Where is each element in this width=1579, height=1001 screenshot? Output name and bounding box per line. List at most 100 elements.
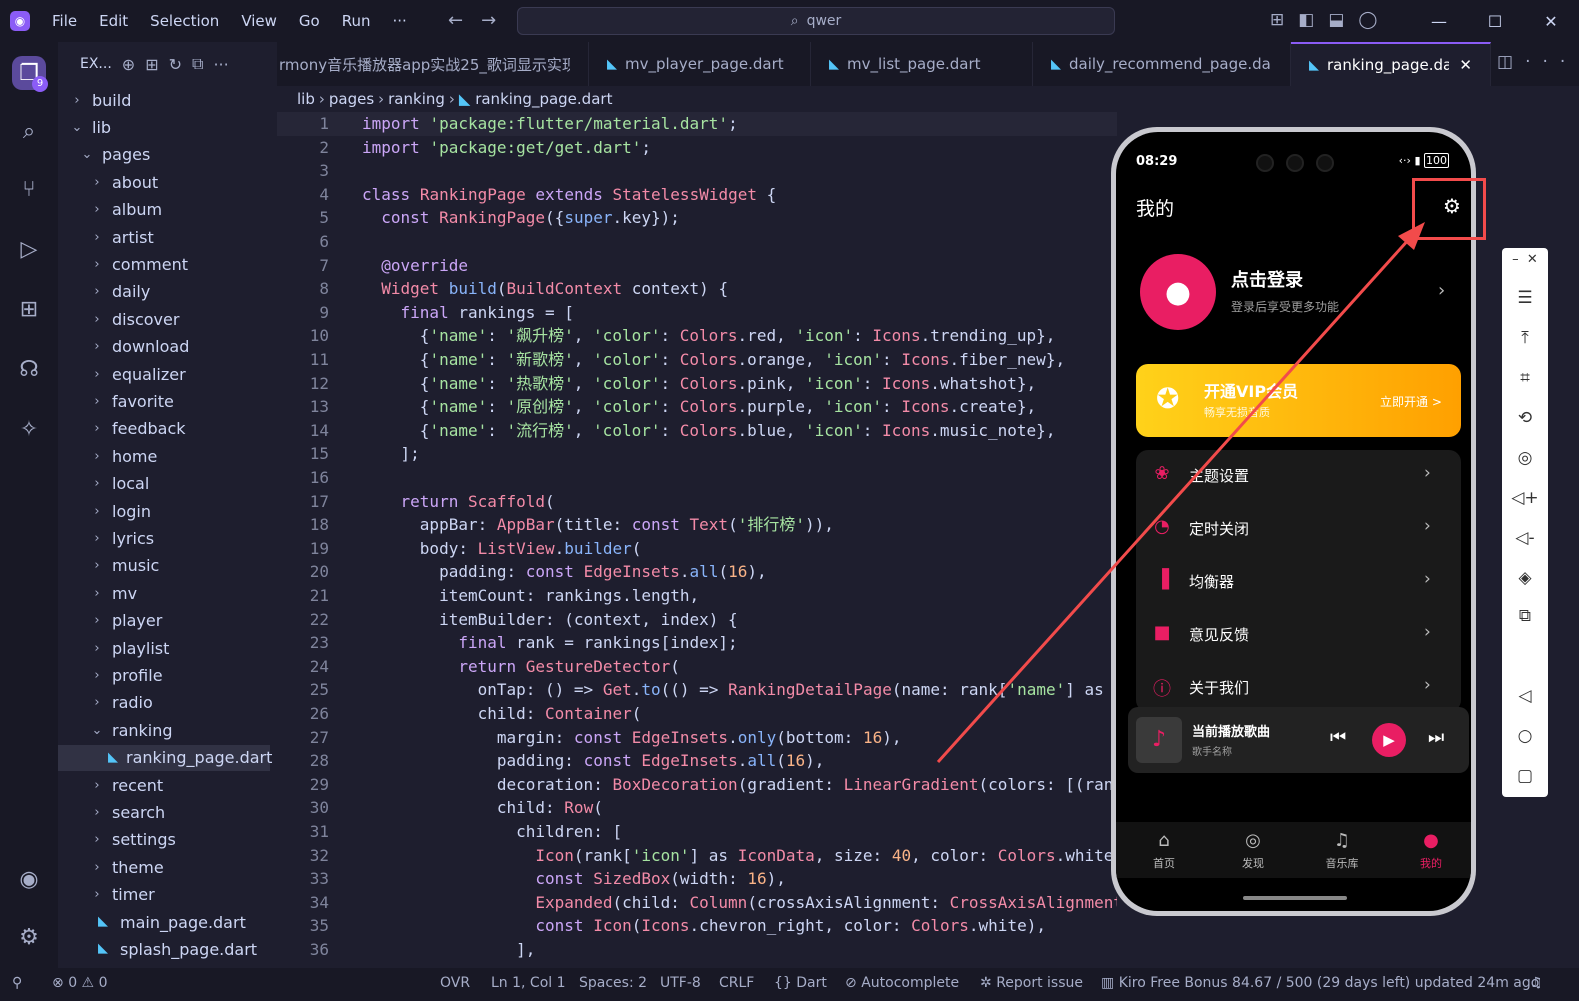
split-editor-icon[interactable]: ◫ [1497,52,1525,72]
tree-folder[interactable]: ⌄ lib [58,114,270,140]
new-folder-icon[interactable]: ⊞ [145,55,158,74]
nav-item[interactable]: ♫ 音乐库 [1312,830,1372,871]
volume-up-icon[interactable]: ◁+ [1502,488,1548,508]
mini-player[interactable]: ♪ 当前播放歌曲 歌手名称 ⏮ ▶ ⏭ [1128,707,1469,773]
language-mode[interactable]: {} Dart [774,975,827,991]
nav-item[interactable]: ● 我的 [1401,830,1461,871]
tree-folder[interactable]: › mv [58,580,270,606]
breadcrumb-item[interactable]: ranking_page.dart [475,90,612,108]
tree-folder[interactable]: › player [58,608,270,634]
android-home-icon[interactable]: ○ [1502,726,1548,746]
tab-4[interactable]: ◣ ranking_page.dart ✕ [1291,42,1491,86]
command-search-input[interactable]: ⌕ qwer [517,7,1115,35]
emu-crop-icon[interactable]: ⌗ [1502,368,1548,388]
tab-0[interactable]: rmony音乐播放器app实战25_歌词显示实现 [277,42,589,86]
tree-folder[interactable]: › timer [58,882,270,908]
encoding[interactable]: UTF-8 [660,975,701,991]
menu-more[interactable]: ··· [393,12,407,30]
problems-indicator[interactable]: ⊗ 0 ⚠ 0 [52,975,107,991]
menu-file[interactable]: File [52,12,77,30]
skip-next-icon[interactable]: ⏭ [1428,727,1444,748]
emu-screenshot-icon[interactable]: ⧉ [1502,606,1548,626]
toggle-panel-icon[interactable]: ⬓ [1328,10,1344,30]
volume-down-icon[interactable]: ◁- [1502,528,1548,548]
emu-pin-top-icon[interactable]: ⤒ [1502,328,1548,348]
forward-arrow-icon[interactable]: → [481,10,514,31]
more-actions-icon[interactable]: ··· [213,55,228,74]
tree-folder[interactable]: › login [58,498,270,524]
collapse-all-icon[interactable]: ⧉ [192,54,203,74]
emu-rotate-icon[interactable]: ⟲ [1502,408,1548,428]
login-title[interactable]: 点击登录 [1231,266,1303,292]
tree-folder[interactable]: › profile [58,662,270,688]
kiro-ghost-icon[interactable]: ☊ [12,352,46,386]
new-file-icon[interactable]: ⊕ [122,55,135,74]
breadcrumb-item[interactable]: pages [329,90,374,108]
menu-selection[interactable]: Selection [150,12,219,30]
editor-more-icon[interactable]: ··· [1525,52,1577,72]
tree-folder[interactable]: › music [58,553,270,579]
tree-folder[interactable]: › playlist [58,635,270,661]
tree-file[interactable]: ◣ splash_page.dart [58,936,270,962]
chevron-right-icon[interactable]: › [1438,280,1445,301]
maximize-icon[interactable]: ☐ [1467,12,1523,31]
play-button[interactable]: ▶ [1372,723,1406,757]
tree-folder[interactable]: › local [58,471,270,497]
tree-folder[interactable]: › home [58,443,270,469]
menu-item[interactable]: ❀ 主题设置 › [1136,450,1461,502]
notifications-bell-icon[interactable]: ♫ [1530,975,1543,991]
emu-menu-icon[interactable]: ☰ [1502,288,1548,308]
tree-folder[interactable]: › settings [58,827,270,853]
breadcrumb-item[interactable]: ranking [388,90,445,108]
android-back-icon[interactable]: ◁ [1502,686,1548,706]
account-icon[interactable]: ◉ [12,862,46,896]
tree-folder[interactable]: › daily [58,279,270,305]
close-window-icon[interactable]: ✕ [1523,12,1579,31]
menu-item[interactable]: ■ 意见反馈 › [1136,609,1461,661]
vip-open-button[interactable]: 立即开通 > [1380,393,1442,410]
toggle-sidebar-icon[interactable]: ◧ [1298,10,1314,30]
tree-folder[interactable]: › search [58,799,270,825]
breadcrumb-item[interactable]: lib [297,90,315,108]
line-ending[interactable]: CRLF [719,975,754,991]
tab-2[interactable]: ◣ mv_list_page.dart [811,42,1033,86]
tree-folder[interactable]: › discover [58,306,270,332]
tree-file[interactable]: ◣ main_page.dart [58,909,270,935]
tree-folder[interactable]: ⌄ ranking [58,717,270,743]
run-debug-icon[interactable]: ▷ [12,232,46,266]
tree-folder[interactable]: › equalizer [58,361,270,387]
menu-go[interactable]: Go [299,12,320,30]
overwrite-mode[interactable]: OVR [440,975,470,991]
tree-folder[interactable]: › feedback [58,416,270,442]
tree-folder[interactable]: › album [58,197,270,223]
tree-file[interactable]: ◣ ranking_page.dart [58,744,272,771]
search-sidebar-icon[interactable]: ⌕ [12,114,46,148]
remote-icon[interactable]: ⚲ [12,975,22,991]
ai-assistant-icon[interactable]: ✧ [12,412,46,446]
nav-item[interactable]: ⌂ 首页 [1134,830,1194,871]
menu-edit[interactable]: Edit [99,12,128,30]
tab-1[interactable]: ◣ mv_player_page.dart [589,42,811,86]
tree-folder[interactable]: › radio [58,690,270,716]
menu-item[interactable]: ◔ 定时关闭 › [1136,503,1461,555]
vip-banner[interactable]: ✪ 开通VIP会员 畅享无损音质 立即开通 > [1136,364,1461,437]
autocomplete-status[interactable]: ⊘ Autocomplete [845,975,959,991]
nav-item[interactable]: ◎ 发现 [1223,830,1283,871]
skip-previous-icon[interactable]: ⏮ [1330,727,1346,748]
code-editor[interactable]: 1 import 'package:flutter/material.dart';… [277,112,1117,968]
close-tab-icon[interactable]: ✕ [1459,56,1472,74]
chat-icon[interactable]: ◯ [1358,10,1377,30]
menu-run[interactable]: Run [342,12,371,30]
source-control-icon[interactable]: ⑂ [12,172,46,206]
tree-folder[interactable]: › favorite [58,388,270,414]
layout-grid-icon[interactable]: ⊞ [1270,10,1284,30]
explorer-icon[interactable]: ❐ 9 [12,56,48,92]
emu-location-icon[interactable]: ◎ [1502,448,1548,468]
settings-gear-icon[interactable]: ⚙ [12,920,46,954]
cursor-position[interactable]: Ln 1, Col 1 [491,975,566,991]
back-arrow-icon[interactable]: ← [448,10,481,31]
tree-folder[interactable]: ⌄ pages [58,142,270,168]
tree-folder[interactable]: › lyrics [58,525,270,551]
tree-folder[interactable]: › download [58,334,270,360]
menu-view[interactable]: View [241,12,277,30]
